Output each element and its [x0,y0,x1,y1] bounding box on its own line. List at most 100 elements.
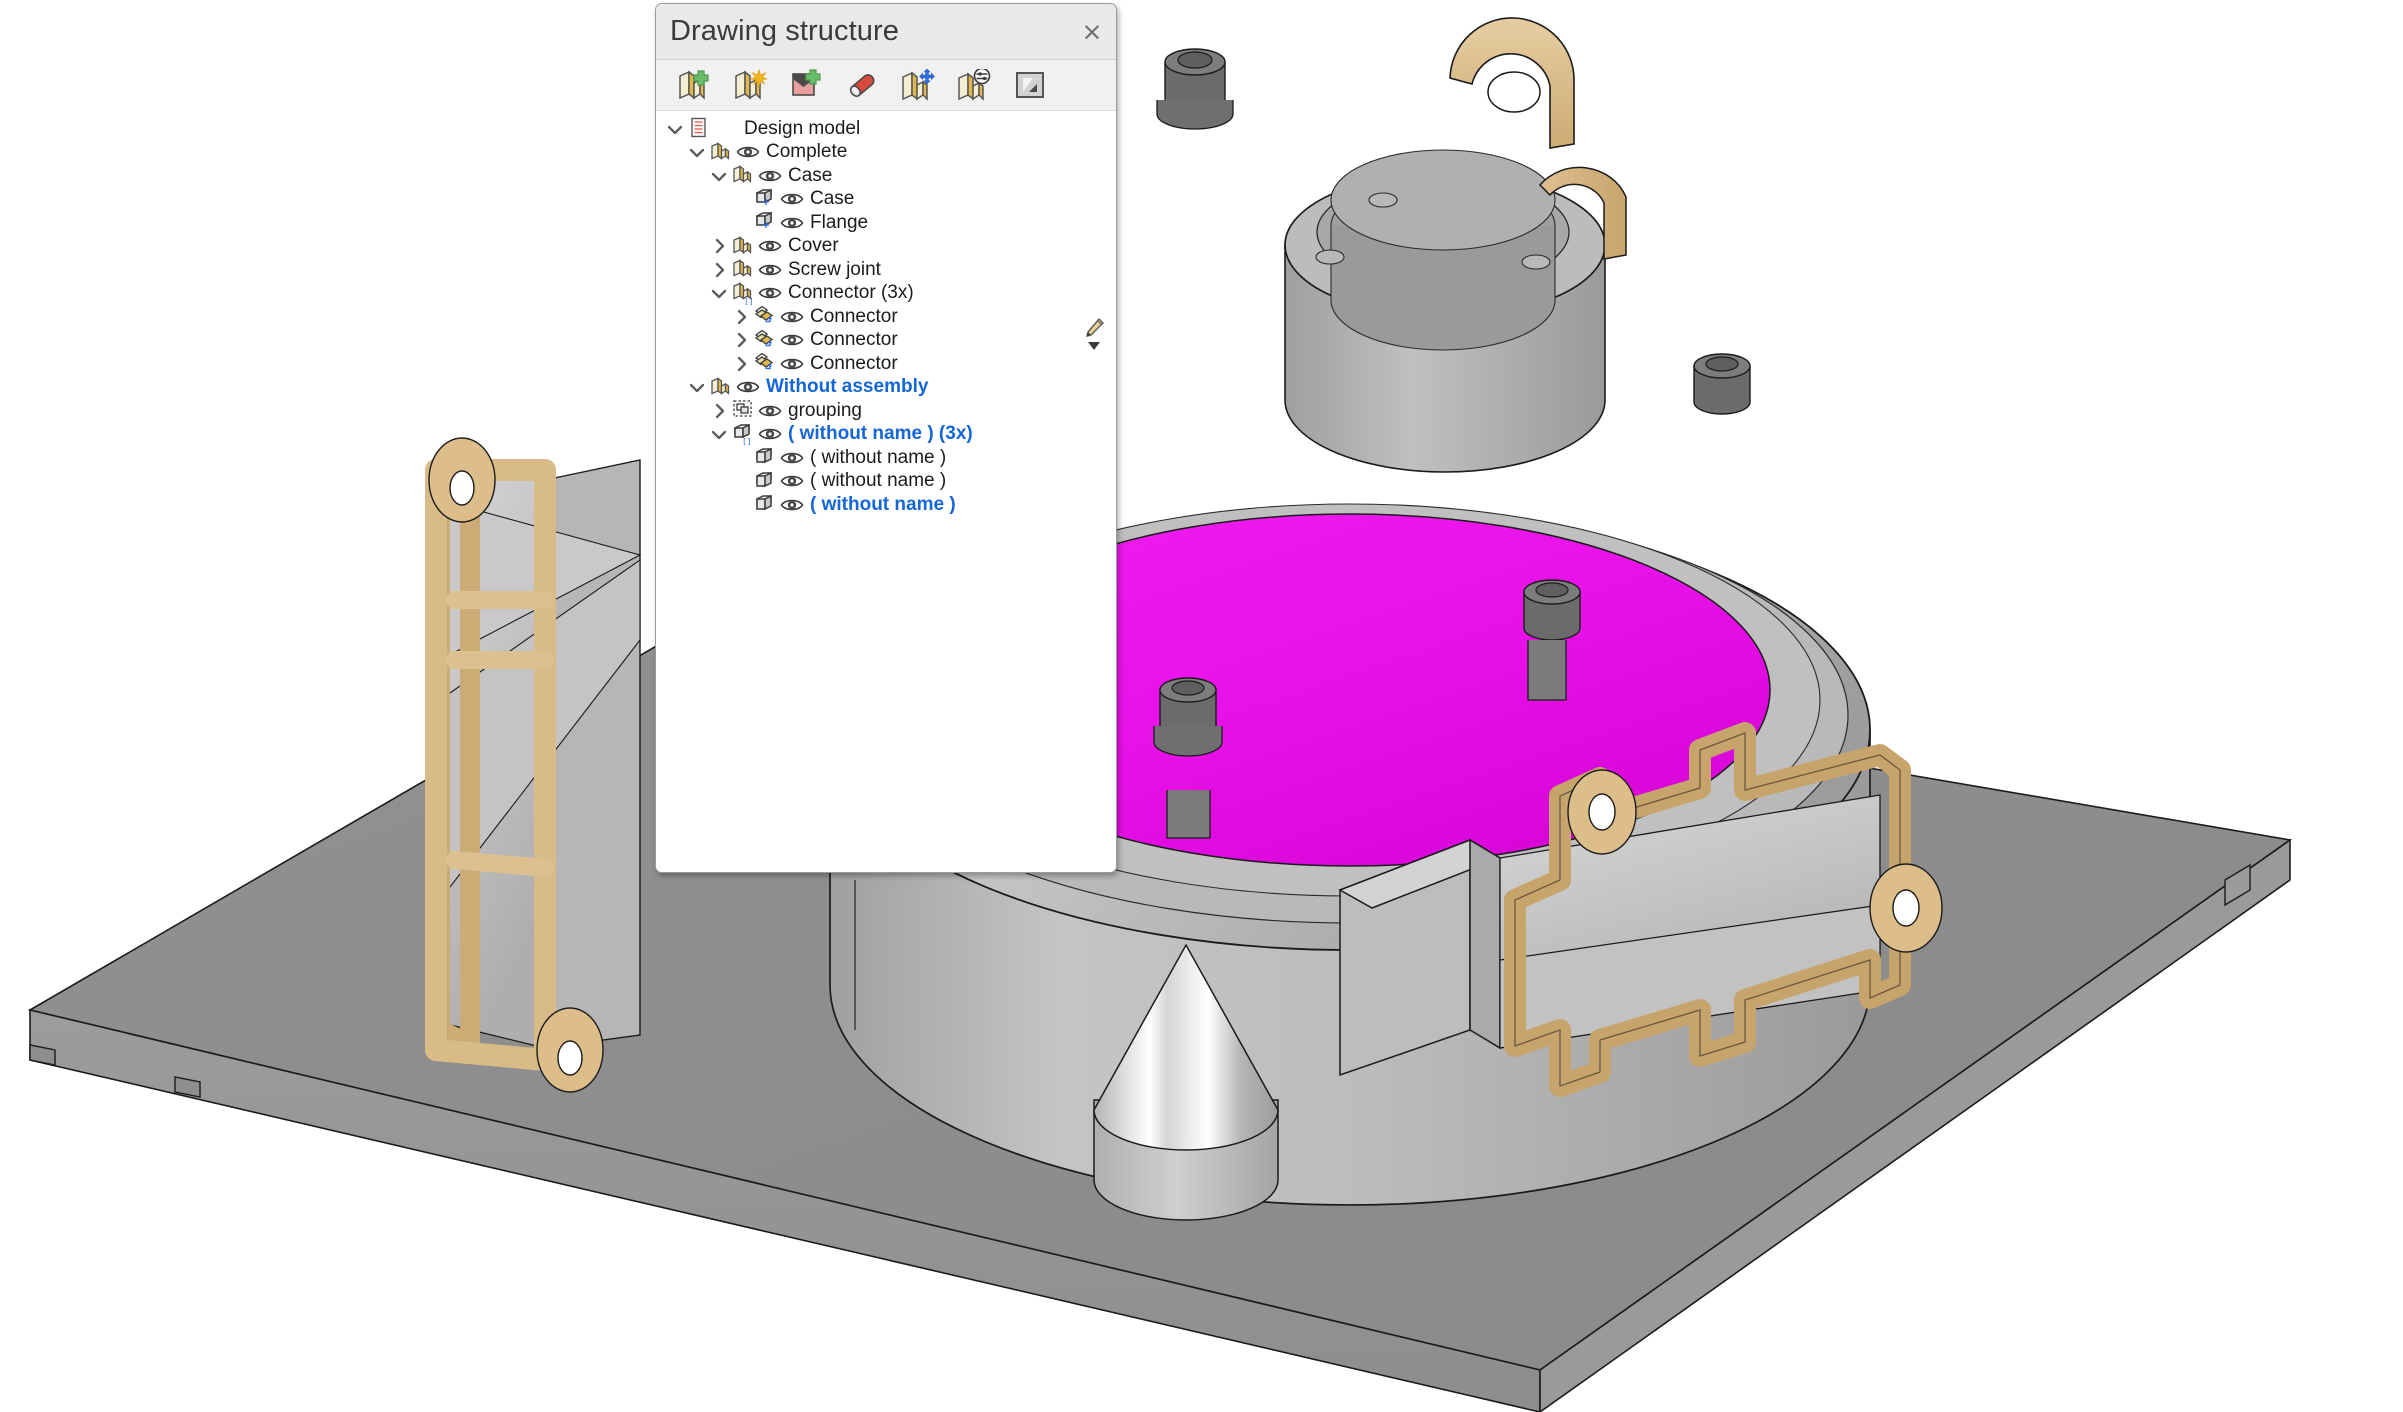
assembly-icon [730,235,756,257]
tree-row-connector[interactable]: Connector [656,352,1116,376]
assembly-instance-icon: [] [730,281,756,305]
drawing-structure-panel[interactable]: Drawing structure × Design model Complet… [655,3,1117,873]
close-icon[interactable]: × [1078,18,1106,46]
chevron-right-icon[interactable] [708,235,730,257]
visibility-eye-icon[interactable] [756,166,783,186]
visibility-eye-icon[interactable] [778,495,805,515]
tree-row-complete[interactable]: Complete [656,141,1116,165]
assembly-icon [730,259,756,281]
assembly-icon [730,165,756,187]
shading-toggle-button[interactable] [1002,62,1058,108]
tree-row-without-assembly[interactable]: Without assembly [656,376,1116,400]
svg-text:[]: [] [744,297,754,305]
visibility-eye-icon[interactable] [778,330,805,350]
visibility-eye-icon[interactable] [734,142,761,162]
tree-row-case[interactable]: Case [656,164,1116,188]
shape-link-icon [752,352,778,375]
edit-dropdown-control[interactable] [1081,316,1107,360]
eye-placeholder [712,119,739,139]
visibility-eye-icon[interactable] [756,401,783,421]
chevron-down-icon[interactable] [686,376,708,398]
tree-item-label: grouping [788,399,862,421]
visibility-eye-icon[interactable] [756,260,783,280]
tree-item-label: ( without name ) [810,470,947,492]
chevron-down-icon[interactable] [664,118,686,140]
bolt [1156,48,1234,130]
chevron-down-icon[interactable] [708,282,730,304]
assembly-icon [708,376,734,398]
assembly-star-icon [735,69,767,100]
part-anchor-icon [752,188,778,210]
visibility-eye-icon[interactable] [778,189,805,209]
cad-model-render [27,17,2293,1412]
shading-contrast-icon [1016,72,1044,98]
drawing-structure-tree[interactable]: Design model Complete Case Case Flange Cover S… [656,111,1116,872]
add-assembly-button[interactable] [666,62,722,108]
visibility-eye-icon[interactable] [756,424,783,444]
visibility-eye-icon[interactable] [778,307,805,327]
delete-button[interactable] [834,62,890,108]
chevron-right-icon[interactable] [708,259,730,281]
visibility-eye-icon[interactable] [778,471,805,491]
assembly-plus-icon [679,70,709,100]
tree-row-connector[interactable]: Connector [656,329,1116,353]
bolt [1693,353,1751,415]
visibility-eye-icon[interactable] [756,236,783,256]
tree-item-label: Without assembly [766,376,929,398]
part-anchor-icon [752,212,778,234]
tree-row-screw-joint[interactable]: Screw joint [656,258,1116,282]
tree-row-connector[interactable]: Connector [656,305,1116,329]
visibility-eye-icon[interactable] [734,377,761,397]
page-title: Drawing structure [670,15,899,47]
pencil-icon [1086,317,1104,337]
tree-row-grouping[interactable]: grouping [656,399,1116,423]
tree-row-case[interactable]: Case [656,188,1116,212]
eraser-icon [849,74,875,97]
part-icon [752,470,778,492]
chevron-right-icon[interactable] [708,400,730,422]
visibility-eye-icon[interactable] [756,283,783,303]
tree-item-label: ( without name ) [810,446,947,468]
tree-row-connector-3x[interactable]: [] Connector (3x) [656,281,1116,306]
3d-cad-viewport[interactable] [0,0,2403,1412]
chevron-down-icon[interactable] [686,141,708,163]
tree-item-label: Cover [788,235,839,257]
chevron-down-icon[interactable] [708,165,730,187]
part-icon [752,447,778,469]
shape-link-icon [752,305,778,328]
tree-row-without-name-3x[interactable]: [] ( without name ) (3x) [656,423,1116,447]
tree-item-label: Case [788,164,833,186]
connector-left [425,437,642,1093]
move-assembly-button[interactable] [890,62,946,108]
panel-toolbar[interactable] [656,60,1116,111]
triangle-down-icon [1088,342,1100,350]
visibility-eye-icon[interactable] [778,354,805,374]
assembly-properties-button[interactable] [946,62,1002,108]
tree-item-label: Case [810,188,855,210]
chevron-right-icon[interactable] [730,329,752,351]
new-assembly-button[interactable] [722,62,778,108]
tree-row-flange[interactable]: Flange [656,211,1116,235]
part-icon [752,494,778,516]
visibility-eye-icon[interactable] [778,213,805,233]
chevron-down-icon[interactable] [708,423,730,445]
tree-row-without-name[interactable]: ( without name ) [656,446,1116,470]
tree-item-label: Flange [810,211,869,233]
panel-title-bar: Drawing structure × [656,4,1116,60]
tree-row-design-model[interactable]: Design model [656,117,1116,141]
tree-row-without-name[interactable]: ( without name ) [656,470,1116,494]
add-view-button[interactable] [778,62,834,108]
tree-item-label: Connector (3x) [788,282,914,304]
tree-row-cover[interactable]: Cover [656,235,1116,259]
tree-item-label: Design model [744,117,861,139]
visibility-eye-icon[interactable] [778,448,805,468]
bolt [1178,702,1230,747]
tree-row-without-name[interactable]: ( without name ) [656,493,1116,517]
assembly-settings-icon [958,69,991,101]
chevron-right-icon[interactable] [730,306,752,328]
chevron-right-icon[interactable] [730,353,752,375]
svg-text:[]: [] [742,437,752,446]
assembly-move-icon [902,69,935,101]
grouping-icon [730,400,756,422]
view-plus-icon [792,69,821,96]
